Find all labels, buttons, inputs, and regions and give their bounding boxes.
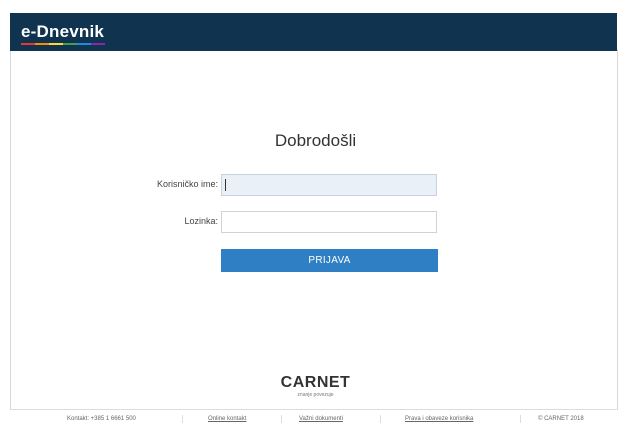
footer-contact: Kontakt: +385 1 6661 500 — [67, 416, 136, 422]
username-input[interactable] — [221, 174, 437, 196]
footer-link-rights[interactable]: Prava i obaveze korisnika — [405, 416, 473, 422]
page-title: Dobrodošli — [274, 131, 357, 150]
footer-separator — [380, 415, 381, 423]
password-row: Lozinka: — [0, 211, 631, 235]
password-label: Lozinka: — [184, 216, 218, 226]
footer-copyright: © CARNET 2018 — [538, 416, 584, 422]
footer-link-online-contact[interactable]: Online kontakt — [208, 416, 246, 422]
logo-stripe-red — [21, 43, 35, 45]
password-input[interactable] — [221, 211, 437, 233]
app-logo[interactable]: e-Dnevnik — [21, 22, 104, 42]
carnet-logo[interactable]: CARNET — [0, 374, 631, 392]
logo-stripe-blue — [77, 43, 91, 45]
carnet-brand: CARNET znanje povezuje — [0, 374, 631, 398]
username-row: Korisničko ime: — [0, 174, 631, 198]
logo-stripe-green — [63, 43, 77, 45]
logo-stripe-orange — [35, 43, 49, 45]
carnet-tagline: znanje povezuje — [297, 392, 334, 398]
logo-stripe-purple — [91, 43, 105, 45]
header-bar: e-Dnevnik — [10, 13, 617, 51]
logo-stripe-yellow — [49, 43, 63, 45]
footer-separator — [281, 415, 282, 423]
footer-separator — [182, 415, 183, 423]
logo-underline — [21, 43, 105, 45]
footer-link-documents[interactable]: Važni dokumenti — [299, 416, 343, 422]
text-caret — [225, 179, 226, 191]
footer: Kontakt: +385 1 6661 500 Online kontakt … — [10, 409, 618, 427]
username-label: Korisničko ime: — [156, 179, 218, 189]
login-button[interactable]: PRIJAVA — [221, 249, 438, 272]
footer-separator — [520, 415, 521, 423]
